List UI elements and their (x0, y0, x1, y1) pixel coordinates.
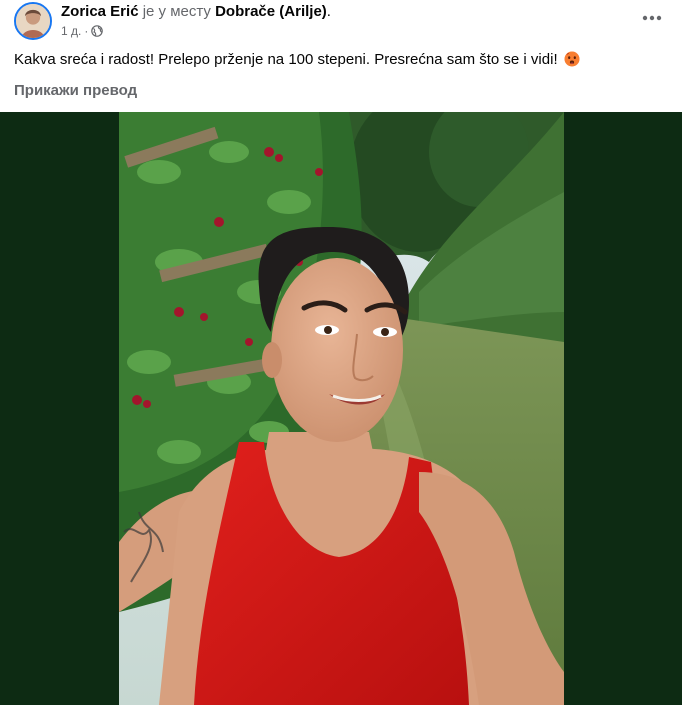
meta-separator: · (84, 24, 89, 38)
hot-face-emoji (564, 51, 580, 67)
author-avatar[interactable] (14, 2, 52, 40)
feed-post: Zorica Erić је у месту Dobrače (Arilje).… (0, 0, 682, 705)
post-text: Kakva sreća i radost! Prelepo prženje na… (14, 50, 580, 70)
post-meta: 1 д. · (61, 24, 104, 38)
place-name[interactable]: Dobrače (Arilje) (215, 3, 327, 20)
more-options-icon[interactable] (638, 6, 666, 30)
place-suffix: . (326, 3, 331, 20)
post-media[interactable] (0, 112, 682, 705)
avatar-image (16, 4, 50, 38)
post-message: Kakva sreća i radost! Prelepo prženje na… (14, 51, 562, 68)
show-translation-link[interactable]: Прикажи превод (14, 82, 137, 99)
post-header: Zorica Erić је у месту Dobrače (Arilje).… (0, 0, 682, 44)
post-photo[interactable] (119, 112, 564, 705)
globe-icon[interactable] (91, 25, 104, 37)
post-timestamp[interactable]: 1 д. (61, 24, 81, 38)
author-line: Zorica Erić је у месту Dobrače (Arilje). (61, 3, 331, 21)
selfie-in-raspberry-field-image (119, 112, 564, 705)
place-prefix: је у месту (138, 3, 216, 20)
author-name[interactable]: Zorica Erić (61, 3, 139, 20)
